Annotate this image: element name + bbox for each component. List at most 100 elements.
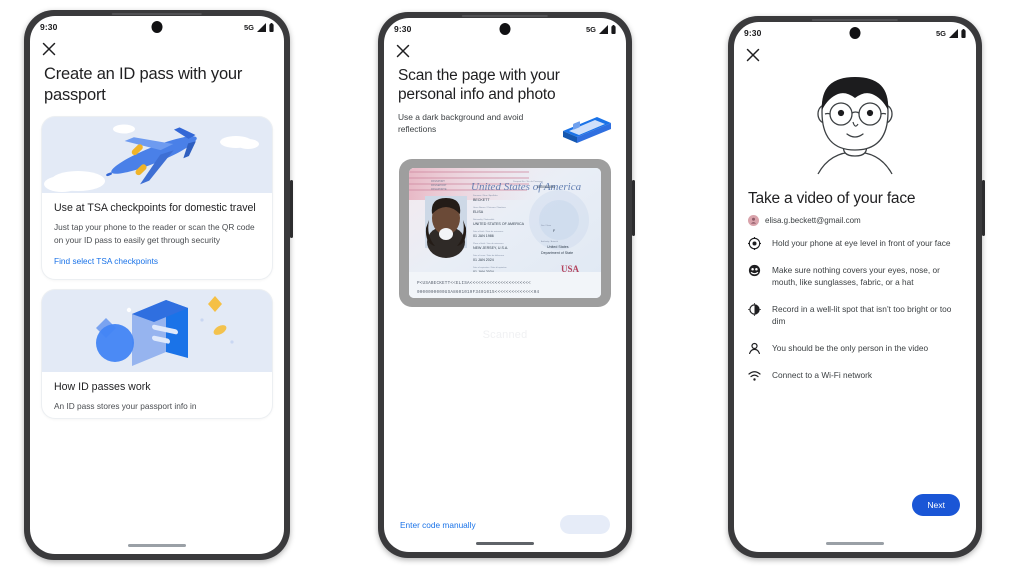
- signal-bars-icon: [598, 24, 608, 34]
- page-title: Scan the page with your personal info an…: [398, 67, 560, 104]
- person-icon: [749, 342, 760, 354]
- svg-text:Date of birth / Date de naissa: Date of birth / Date de naissance: [473, 230, 504, 233]
- brightness-icon: [748, 303, 761, 316]
- svg-text:Nationality / Nationalité: Nationality / Nationalité: [473, 218, 495, 221]
- id-card-sparkle-illustration: [42, 289, 272, 372]
- passport-scan-viewfinder[interactable]: United States of America PASSPORT PASSEPO…: [399, 158, 611, 307]
- svg-text:United States: United States: [547, 245, 569, 249]
- svg-text:01 JAN 2024: 01 JAN 2024: [473, 258, 494, 262]
- status-time: 9:30: [40, 22, 58, 32]
- close-icon[interactable]: [746, 48, 760, 62]
- svg-text:Date of expiration / Date d'ex: Date of expiration / Date d'expiration: [473, 266, 507, 269]
- signal-bars-icon: [256, 22, 266, 32]
- airplane-illustration: [42, 117, 272, 194]
- camera-punch-hole: [499, 23, 511, 35]
- status-right: 5G: [935, 28, 966, 38]
- next-button-wrap: Next: [912, 494, 960, 516]
- passport-card-illustration: [563, 110, 611, 143]
- card-how-id-passes-work[interactable]: How ID passes work An ID pass stores you…: [42, 289, 272, 419]
- card-description: An ID pass stores your passport info in: [54, 400, 197, 411]
- svg-text:UNITED STATES OF AMERICA: UNITED STATES OF AMERICA: [473, 222, 525, 226]
- svg-text:Department of State: Department of State: [541, 251, 573, 255]
- gesture-nav-bar[interactable]: [476, 542, 534, 545]
- svg-text:0000000000USA8601019F3401015<<: 0000000000USA8601019F3401015<<<<<<<<<<<<…: [417, 290, 539, 295]
- face-illustration-wrap: [734, 62, 976, 184]
- phone-2-screen: 9:30 5G Scan the page with your personal…: [384, 18, 626, 552]
- card-title: Use at TSA checkpoints for domestic trav…: [54, 202, 256, 215]
- phone-1-side-button[interactable]: [290, 180, 293, 238]
- scanned-status-label: Scanned: [482, 328, 528, 341]
- svg-text:Passport No. / No. du Passepor: Passport No. / No. du Passeport: [513, 180, 543, 183]
- camera-punch-hole: [151, 21, 163, 33]
- status-bar: 9:30 5G: [734, 22, 976, 44]
- card-tsa-checkpoints[interactable]: Use at TSA checkpoints for domestic trav…: [42, 117, 272, 279]
- phone-2: 9:30 5G Scan the page with your personal…: [378, 12, 635, 558]
- list-item: Hold your phone at eye level in front of…: [748, 237, 962, 250]
- svg-text:Given Names / Prénoms / Nombre: Given Names / Prénoms / Nombres: [473, 206, 506, 209]
- status-time: 9:30: [744, 28, 762, 38]
- status-time: 9:30: [394, 24, 412, 34]
- svg-text:Surname / Nom / Apellidos: Surname / Nom / Apellidos: [473, 194, 498, 197]
- phone-3: 9:30 5G Take a video of your face elisa.…: [728, 16, 985, 558]
- gesture-nav-bar[interactable]: [128, 544, 186, 547]
- find-tsa-checkpoints-link[interactable]: Find select TSA checkpoints: [54, 256, 260, 266]
- enter-code-manually-link[interactable]: Enter code manually: [400, 520, 476, 530]
- gesture-nav-bar[interactable]: [826, 542, 884, 545]
- phone-3-screen: 9:30 5G Take a video of your face elisa.…: [734, 22, 976, 552]
- svg-text:Date of issue / Date de délivr: Date of issue / Date de délivrance: [473, 254, 505, 257]
- svg-text:ELISA: ELISA: [473, 210, 484, 214]
- card-description: Just tap your phone to the reader or sca…: [54, 222, 255, 245]
- account-email: elisa.g.beckett@gmail.com: [765, 216, 861, 225]
- phone-2-side-button[interactable]: [632, 180, 635, 236]
- phone-2-bottom-bar: Enter code manually: [384, 515, 626, 534]
- card-tsa-body: Use at TSA checkpoints for domestic trav…: [42, 193, 272, 278]
- list-item: Connect to a Wi-Fi network: [748, 369, 962, 382]
- phone-3-side-button[interactable]: [982, 180, 985, 236]
- list-item-text: Make sure nothing covers your eyes, nose…: [772, 265, 940, 288]
- svg-text:PASSEPORT: PASSEPORT: [431, 183, 447, 187]
- signal-bars-icon: [948, 28, 958, 38]
- account-row[interactable]: elisa.g.beckett@gmail.com: [734, 208, 976, 226]
- svg-text:PASSPORT: PASSPORT: [431, 179, 445, 183]
- face-mask-icon: [748, 264, 761, 277]
- network-label: 5G: [243, 22, 254, 32]
- phone-2-close-row: [384, 40, 626, 58]
- list-item-text: You should be the only person in the vid…: [772, 342, 929, 353]
- screenshot-stage: 9:30 5G Create an ID pass with your pass…: [0, 0, 1024, 576]
- battery-icon: [269, 22, 274, 32]
- close-icon[interactable]: [42, 42, 56, 56]
- svg-text:P<USABECKETT<<ELISA<<<<<<<<<<<: P<USABECKETT<<ELISA<<<<<<<<<<<<<<<<<<<<<…: [417, 281, 531, 286]
- wifi-icon: [748, 370, 761, 381]
- svg-text:Authority / Autorité: Authority / Autorité: [541, 240, 559, 243]
- list-item-text: Record in a well-lit spot that isn’t too…: [772, 303, 952, 327]
- network-label: 5G: [585, 24, 596, 34]
- battery-icon: [961, 28, 966, 38]
- status-bar: 9:30 5G: [384, 18, 626, 40]
- phone-1-card-list[interactable]: Use at TSA checkpoints for domestic trav…: [30, 105, 284, 419]
- svg-text:Sex / Sexe: Sex / Sexe: [541, 225, 552, 227]
- list-item: Make sure nothing covers your eyes, nose…: [748, 264, 962, 289]
- phone-1-screen: 9:30 5G Create an ID pass with your pass…: [30, 16, 284, 554]
- continue-button[interactable]: [560, 515, 610, 534]
- status-right: 5G: [585, 24, 616, 34]
- close-icon[interactable]: [396, 44, 410, 58]
- phone-3-close-row: [734, 44, 976, 62]
- passport-page-preview: United States of America PASSPORT PASSEPO…: [409, 167, 601, 298]
- camera-punch-hole: [849, 27, 861, 39]
- card-how-body: How ID passes work An ID pass stores you…: [42, 372, 272, 419]
- svg-text:BECKETT: BECKETT: [473, 198, 490, 202]
- battery-icon: [611, 24, 616, 34]
- account-avatar: [748, 215, 759, 226]
- next-button[interactable]: Next: [912, 494, 960, 516]
- svg-text:01 JAN 1986: 01 JAN 1986: [473, 234, 494, 238]
- list-item-text: Connect to a Wi-Fi network: [772, 369, 873, 380]
- list-item: You should be the only person in the vid…: [748, 342, 962, 355]
- svg-text:NEW JERSEY, U.S.A.: NEW JERSEY, U.S.A.: [473, 246, 508, 250]
- list-item-text: Hold your phone at eye level in front of…: [772, 238, 951, 248]
- network-label: 5G: [935, 28, 946, 38]
- page-title: Take a video of your face: [748, 190, 916, 207]
- svg-text:000000000: 000000000: [537, 185, 555, 189]
- page-subtitle: Use a dark background and avoid reflecti…: [398, 111, 524, 134]
- target-icon: [748, 237, 761, 250]
- passport-data-page: United States of America PASSPORTPASSEPO…: [409, 167, 601, 298]
